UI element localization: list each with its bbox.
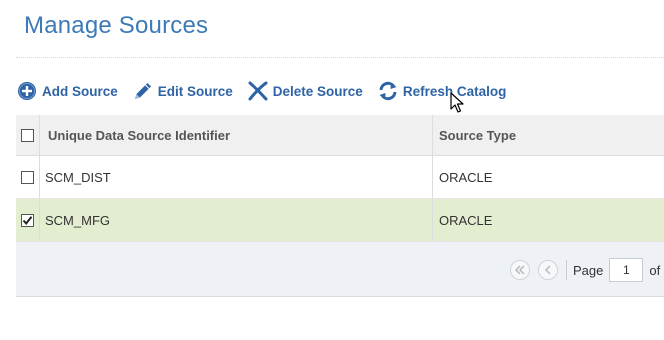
row-check-cell — [16, 199, 40, 241]
refresh-catalog-button[interactable]: Refresh Catalog — [377, 80, 507, 102]
grid-footer: Page of — [16, 242, 664, 297]
title-divider — [16, 57, 664, 58]
edit-source-label: Edit Source — [157, 83, 233, 99]
first-page-button[interactable] — [510, 260, 530, 280]
checkmark-icon — [22, 215, 33, 225]
row-source-type: ORACLE — [439, 169, 493, 185]
delete-source-button[interactable]: Delete Source — [247, 80, 363, 102]
prev-page-button[interactable] — [538, 260, 558, 280]
row-checkbox[interactable] — [21, 170, 34, 184]
column-header-identifier[interactable]: Unique Data Source Identifier — [40, 115, 433, 155]
row-source-type: ORACLE — [439, 212, 493, 228]
table-row[interactable]: SCM_DIST ORACLE — [16, 156, 664, 199]
pager: Page of — [510, 258, 660, 282]
select-all-checkbox[interactable] — [21, 128, 34, 142]
row-checkbox[interactable] — [21, 213, 34, 227]
page-title: Manage Sources — [24, 12, 209, 39]
grid-header: Unique Data Source Identifier Source Typ… — [16, 115, 664, 156]
add-source-button[interactable]: Add Source — [16, 80, 118, 102]
row-check-cell — [16, 156, 40, 198]
of-label: of — [649, 262, 661, 278]
toolbar: Add Source Edit Source Delete Source Ref… — [16, 78, 520, 104]
pencil-icon — [132, 80, 154, 102]
delete-source-label: Delete Source — [272, 83, 363, 99]
table-row[interactable]: SCM_MFG ORACLE — [16, 199, 664, 242]
edit-source-button[interactable]: Edit Source — [132, 80, 233, 102]
add-circle-icon — [16, 80, 38, 102]
sources-grid: Unique Data Source Identifier Source Typ… — [16, 115, 664, 297]
page-label: Page — [573, 262, 604, 278]
column-header-source-type[interactable]: Source Type — [433, 115, 664, 155]
add-source-label: Add Source — [42, 83, 118, 99]
header-check-cell — [16, 115, 40, 155]
prev-page-icon — [544, 265, 551, 275]
row-identifier: SCM_DIST — [40, 156, 433, 198]
delete-x-icon — [247, 80, 269, 102]
page-number-input[interactable] — [609, 258, 644, 282]
pager-separator — [566, 260, 567, 280]
first-page-icon — [514, 265, 525, 275]
refresh-icon — [377, 80, 399, 102]
row-identifier: SCM_MFG — [40, 199, 433, 241]
refresh-catalog-label: Refresh Catalog — [402, 83, 507, 99]
